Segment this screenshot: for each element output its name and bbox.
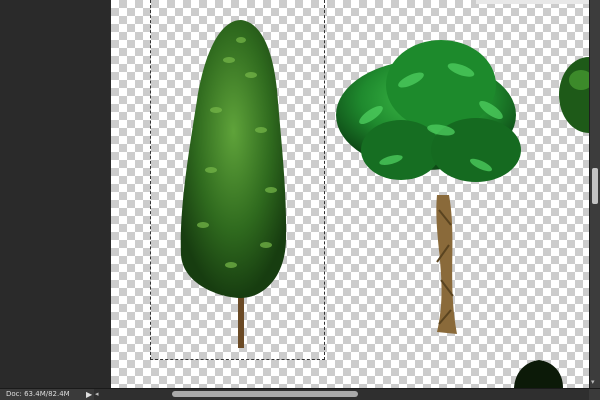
cypress-tree — [180, 20, 287, 348]
status-bar: Doc: 63.4M/82.4M ▶ ◂ — [0, 388, 600, 400]
vertical-scroll-thumb[interactable] — [592, 168, 598, 204]
document-canvas[interactable] — [111, 0, 589, 388]
scroll-left-arrow-icon[interactable]: ◂ — [95, 389, 99, 400]
vertical-scrollbar[interactable]: ▾ — [589, 0, 600, 388]
canvas-edge-strip — [476, 0, 589, 4]
horizontal-scroll-thumb[interactable] — [172, 391, 358, 397]
scroll-down-arrow-icon[interactable]: ▾ — [591, 379, 595, 386]
left-panel — [0, 0, 111, 388]
status-menu-arrow-icon[interactable]: ▶ — [86, 389, 92, 400]
horizontal-scrollbar[interactable]: ◂ — [94, 389, 589, 400]
canvas-artwork — [180, 20, 589, 388]
money-tree — [336, 40, 521, 334]
document-size-info: Doc: 63.4M/82.4M — [6, 390, 70, 398]
dark-shrub — [514, 360, 563, 388]
partial-tree-right — [559, 57, 589, 133]
